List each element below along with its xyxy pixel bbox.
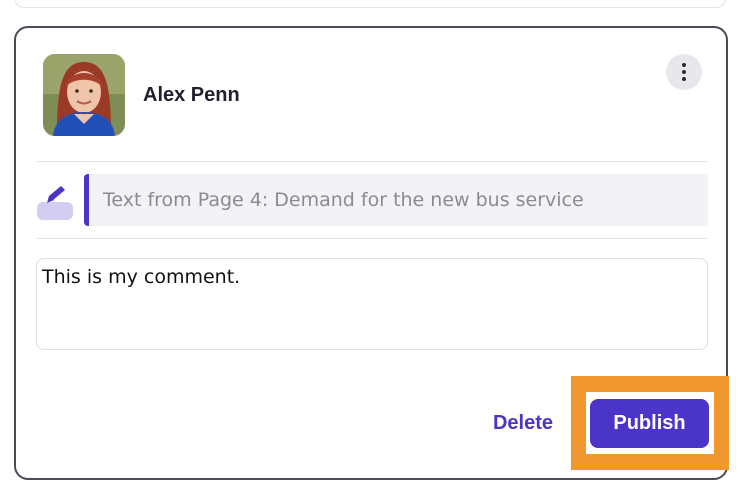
previous-comment-card	[14, 0, 726, 8]
comment-card: Alex Penn Text from Page 4: Demand for t…	[14, 26, 729, 480]
highlighter-icon	[35, 182, 73, 224]
highlighted-text-quote: Text from Page 4: Demand for the new bus…	[84, 174, 708, 226]
comment-input[interactable]: This is my comment.	[36, 258, 708, 350]
publish-button[interactable]: Publish	[590, 399, 709, 448]
quote-divider	[36, 238, 708, 239]
more-options-button[interactable]	[666, 54, 702, 90]
author-name: Alex Penn	[143, 84, 240, 106]
avatar	[43, 54, 125, 136]
avatar-photo	[43, 54, 125, 136]
header-divider	[36, 161, 708, 162]
more-vertical-icon	[682, 63, 686, 67]
delete-button[interactable]: Delete	[482, 406, 564, 440]
